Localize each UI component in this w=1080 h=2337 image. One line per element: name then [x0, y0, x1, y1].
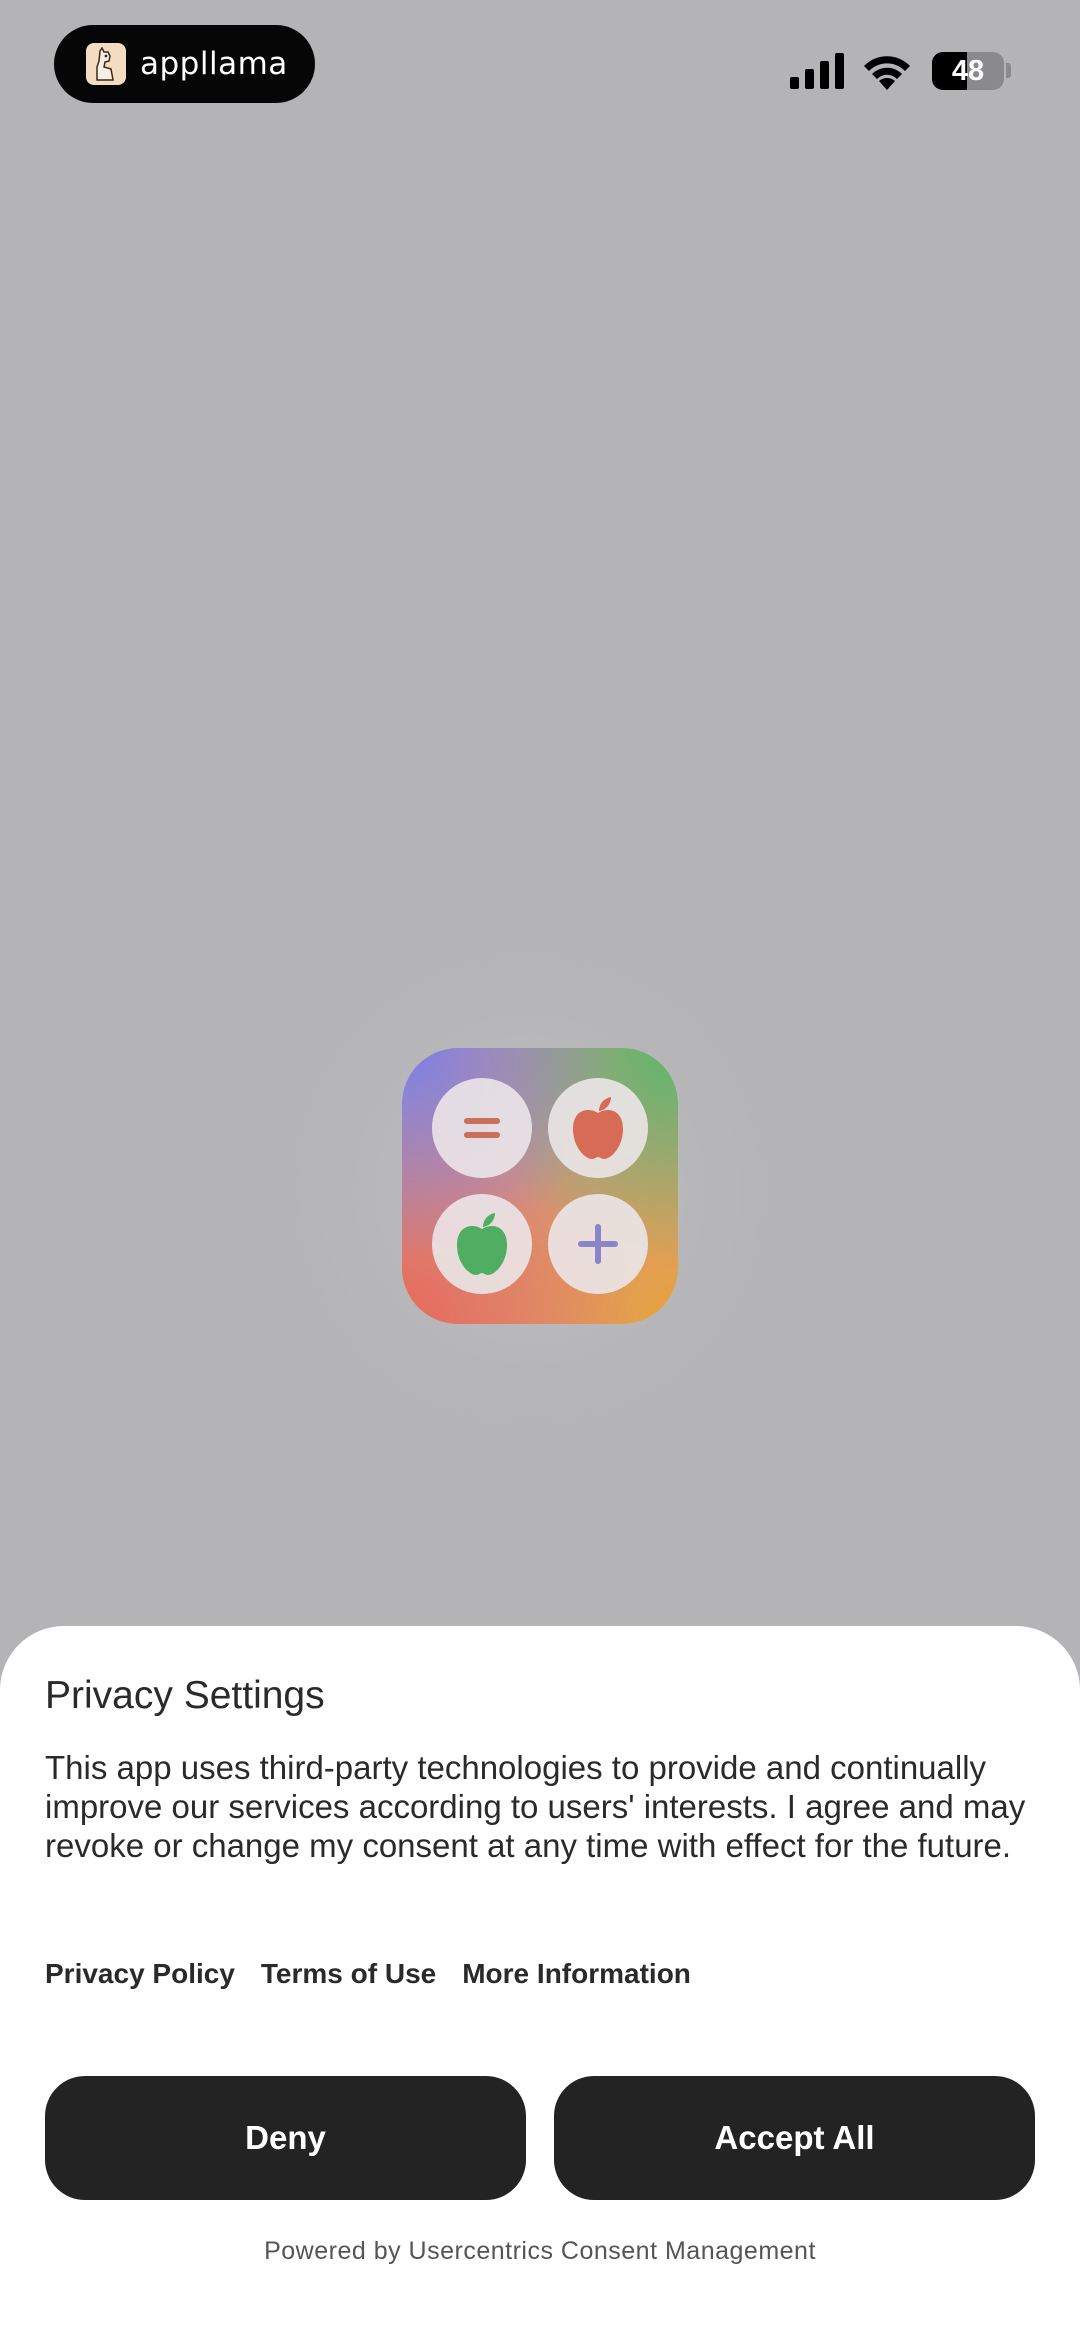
privacy-consent-sheet: Privacy Settings This app uses third-par… — [0, 1626, 1080, 2337]
battery-icon: 48 — [932, 52, 1004, 90]
apple-icon — [548, 1078, 648, 1178]
terms-of-use-link[interactable]: Terms of Use — [261, 1958, 436, 1990]
accept-all-button[interactable]: Accept All — [554, 2076, 1035, 2200]
battery-percent: 48 — [951, 54, 985, 87]
signal-icon — [790, 53, 844, 89]
app-icon — [402, 1048, 678, 1324]
privacy-policy-link[interactable]: Privacy Policy — [45, 1958, 235, 1990]
deny-button[interactable]: Deny — [45, 2076, 526, 2200]
more-information-link[interactable]: More Information — [462, 1958, 691, 1990]
consent-description: This app uses third-party technologies t… — [45, 1749, 1026, 1864]
wifi-icon — [864, 56, 910, 90]
battery-tip — [1006, 63, 1011, 78]
brand-name: appllama — [140, 46, 288, 82]
powered-by-text: Powered by Usercentrics Consent Manageme… — [264, 2237, 816, 2265]
status-bar: appllama 48 — [0, 0, 1080, 130]
plus-icon — [548, 1194, 648, 1294]
consent-links: Privacy Policy Terms of Use More Informa… — [45, 1958, 691, 1990]
llama-logo-icon — [86, 43, 126, 85]
brand-badge: appllama — [54, 25, 315, 103]
consent-title: Privacy Settings — [45, 1674, 325, 1717]
apple-icon — [432, 1194, 532, 1294]
equals-icon — [432, 1078, 532, 1178]
